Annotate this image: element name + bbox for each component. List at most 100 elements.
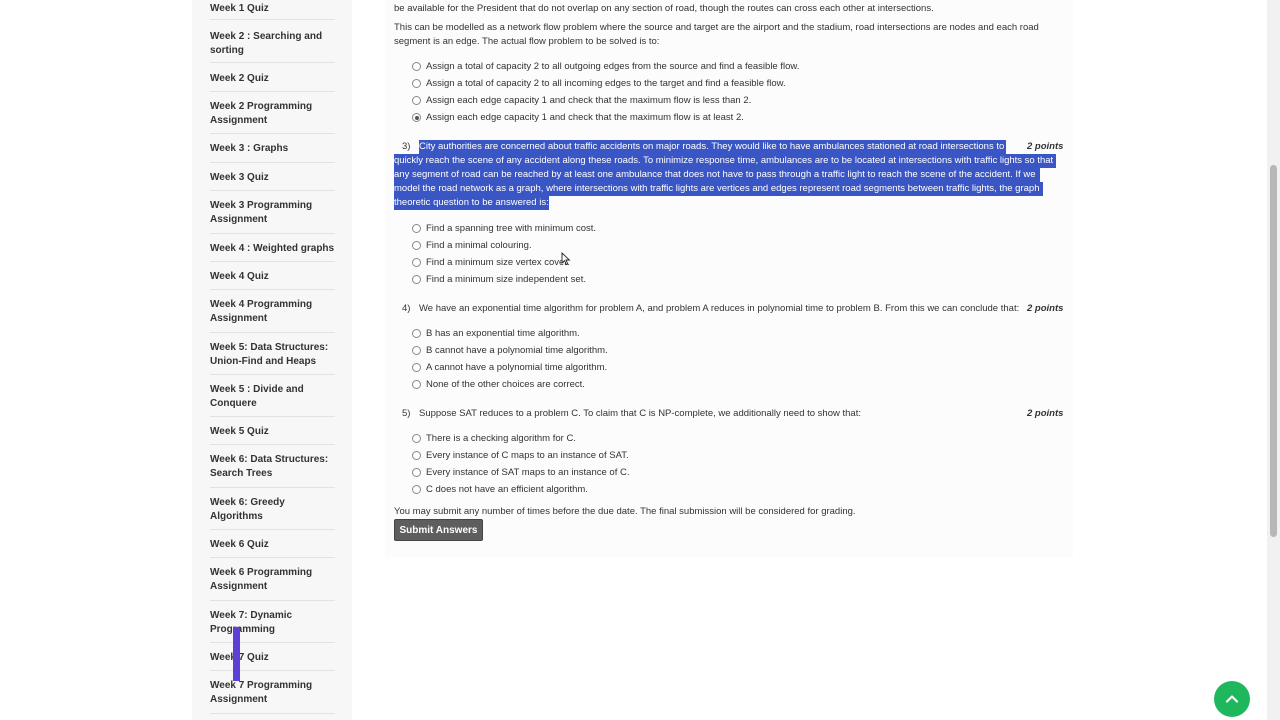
sidebar-item-week6-quiz[interactable]: Week 6 Quiz [210,530,335,558]
sidebar-item-label: Week 5 : Divide and Conquere [210,384,304,409]
radio-button[interactable] [412,224,421,233]
q4-option-3[interactable]: A cannot have a polynomial time algorith… [412,362,607,373]
mouse-pointer-icon [561,252,571,266]
sidebar-item-label: Week 4 Programming Assignment [210,299,313,324]
sidebar-item-week4-weighted[interactable]: Week 4 : Weighted graphs [210,234,335,262]
sidebar-item-week5-quiz[interactable]: Week 5 Quiz [210,417,335,445]
q5-points: 2 points [1027,408,1064,419]
sidebar-item-week2-searching[interactable]: Week 2 : Searching and sorting [210,20,335,63]
radio-button[interactable] [412,380,421,389]
submit-answers-button[interactable]: Submit Answers [394,519,483,541]
sidebar-item-week3-programming[interactable]: Week 3 Programming Assignment [210,191,335,234]
course-sidebar: Week 1 Quiz Week 2 : Searching and sorti… [192,0,352,720]
q3-number: 3) [402,141,411,152]
sidebar-item-label: Week 6: Data Structures: Search Trees [210,454,329,479]
sidebar-item-label: Week 6 Quiz [210,539,269,550]
radio-button[interactable] [412,468,421,477]
q3-option-4[interactable]: Find a minimum size independent set. [412,274,586,285]
radio-button[interactable] [412,96,421,105]
radio-button[interactable] [412,62,421,71]
q4-option-2[interactable]: B cannot have a polynomial time algorith… [412,345,608,356]
sidebar-item-label: Week 3 Programming Assignment [210,200,313,225]
sidebar-item-week7-quiz[interactable]: Week 7 Quiz [210,643,335,671]
q4-option-1[interactable]: B has an exponential time algorithm. [412,328,580,339]
chevron-up-icon [1225,695,1239,703]
q2-text-line: segment is an edge. The actual flow prob… [394,36,660,47]
option-label: A cannot have a polynomial time algorith… [426,362,608,373]
option-label: Assign a total of capacity 2 to all outg… [426,61,800,72]
option-label: Every instance of SAT maps to an instanc… [426,467,630,478]
q3-text-line: City authorities are concerned about tra… [419,141,1005,152]
sidebar-item-label: Week 7 Quiz [210,652,269,663]
radio-button[interactable] [412,79,421,88]
radio-button[interactable] [412,434,421,443]
scroll-to-top-button[interactable] [1214,681,1250,717]
sidebar-item-week1-quiz[interactable]: Week 1 Quiz [210,0,335,20]
sidebar-item-week6-searchtrees[interactable]: Week 6: Data Structures: Search Trees [210,445,335,488]
page-scrollbar[interactable] [1267,0,1280,720]
q2-option-2[interactable]: Assign a total of capacity 2 to all inco… [412,78,786,89]
q4-option-4[interactable]: None of the other choices are correct. [412,379,585,390]
option-label: Assign each edge capacity 1 and check th… [426,95,752,106]
sidebar-item-week6-greedy[interactable]: Week 6: Greedy Algorithms [210,488,335,530]
option-label: Find a spanning tree with minimum cost. [426,223,597,234]
scrollbar-thumb[interactable] [1270,165,1277,537]
sidebar-item-week2-quiz[interactable]: Week 2 Quiz [210,63,335,92]
sidebar-item-week5-datastructures[interactable]: Week 5: Data Structures: Union-Find and … [210,333,335,375]
q3-points: 2 points [1027,141,1064,152]
q5-option-2[interactable]: Every instance of C maps to an instance … [412,450,629,461]
q3-option-3[interactable]: Find a minimum size vertex cover. [412,257,570,268]
sidebar-item-week7-dynamic[interactable]: Week 7: Dynamic Programming [210,601,335,643]
submission-note: You may submit any number of times befor… [394,506,856,517]
q5-option-4[interactable]: C does not have an efficient algorithm. [412,484,588,495]
q3-question-text-selected: model the road network as a graph, where… [394,182,1043,197]
q3-option-1[interactable]: Find a spanning tree with minimum cost. [412,223,596,234]
q3-question-text-selected: theoretic question to be answered is: [394,196,549,211]
q5-option-1[interactable]: There is a checking algorithm for C. [412,433,576,444]
q3-text-line: any segment of road can be reached by at… [394,169,1036,180]
option-label: B has an exponential time algorithm. [426,328,580,339]
option-label: Every instance of C maps to an instance … [426,450,629,461]
option-label: Assign a total of capacity 2 to all inco… [426,78,786,89]
q2-option-1[interactable]: Assign a total of capacity 2 to all outg… [412,61,799,72]
option-label: None of the other choices are correct. [426,379,585,390]
option-label: Find a minimum size vertex cover. [426,257,570,268]
sidebar-item-label: Week 5: Data Structures: Union-Find and … [210,342,329,367]
sidebar-item-label: Week 4 : Weighted graphs [210,243,335,254]
radio-button-selected[interactable] [412,113,421,122]
sidebar-item-label: Week 3 : Graphs [210,143,289,154]
sidebar-item-week5-divide[interactable]: Week 5 : Divide and Conquere [210,375,335,417]
sidebar-item-week3-quiz[interactable]: Week 3 Quiz [210,163,335,191]
q2-text-line: This can be modelled as a network flow p… [394,22,1039,33]
radio-button[interactable] [412,451,421,460]
radio-button[interactable] [412,346,421,355]
radio-button[interactable] [412,329,421,338]
sidebar-item-week4-quiz[interactable]: Week 4 Quiz [210,262,335,290]
radio-button[interactable] [412,363,421,372]
radio-button[interactable] [412,275,421,284]
radio-button[interactable] [412,241,421,250]
q3-option-2[interactable]: Find a minimal colouring. [412,240,532,251]
q5-option-3[interactable]: Every instance of SAT maps to an instanc… [412,467,629,478]
sidebar-item-week3-graphs[interactable]: Week 3 : Graphs [210,134,335,163]
overlay-marker [233,627,240,681]
sidebar-item-week6-programming[interactable]: Week 6 Programming Assignment [210,558,335,601]
radio-button[interactable] [412,258,421,267]
q5-number: 5) [402,408,411,419]
sidebar-item-week7-programming[interactable]: Week 7 Programming Assignment [210,671,335,714]
q2-option-4[interactable]: Assign each edge capacity 1 and check th… [412,112,744,123]
sidebar-item-week2-programming[interactable]: Week 2 Programming Assignment [210,92,335,134]
q4-points: 2 points [1027,303,1064,314]
q3-text-line: theoretic question to be answered is: [394,197,549,208]
sidebar-item-label: Week 3 Quiz [210,172,269,183]
sidebar-item-week4-programming[interactable]: Week 4 Programming Assignment [210,290,335,333]
q3-text-line: quickly reach the scene of any accident … [394,155,1054,166]
sidebar-item-label: Week 6 Programming Assignment [210,567,313,592]
q2-option-3[interactable]: Assign each edge capacity 1 and check th… [412,95,751,106]
option-label: C does not have an efficient algorithm. [426,484,588,495]
sidebar-item-label: Week 2 Programming Assignment [210,101,313,126]
sidebar-item-label: Week 6: Greedy Algorithms [210,497,285,522]
radio-button[interactable] [412,485,421,494]
q4-number: 4) [402,303,411,314]
sidebar-item-label: Week 2 : Searching and sorting [210,31,323,56]
